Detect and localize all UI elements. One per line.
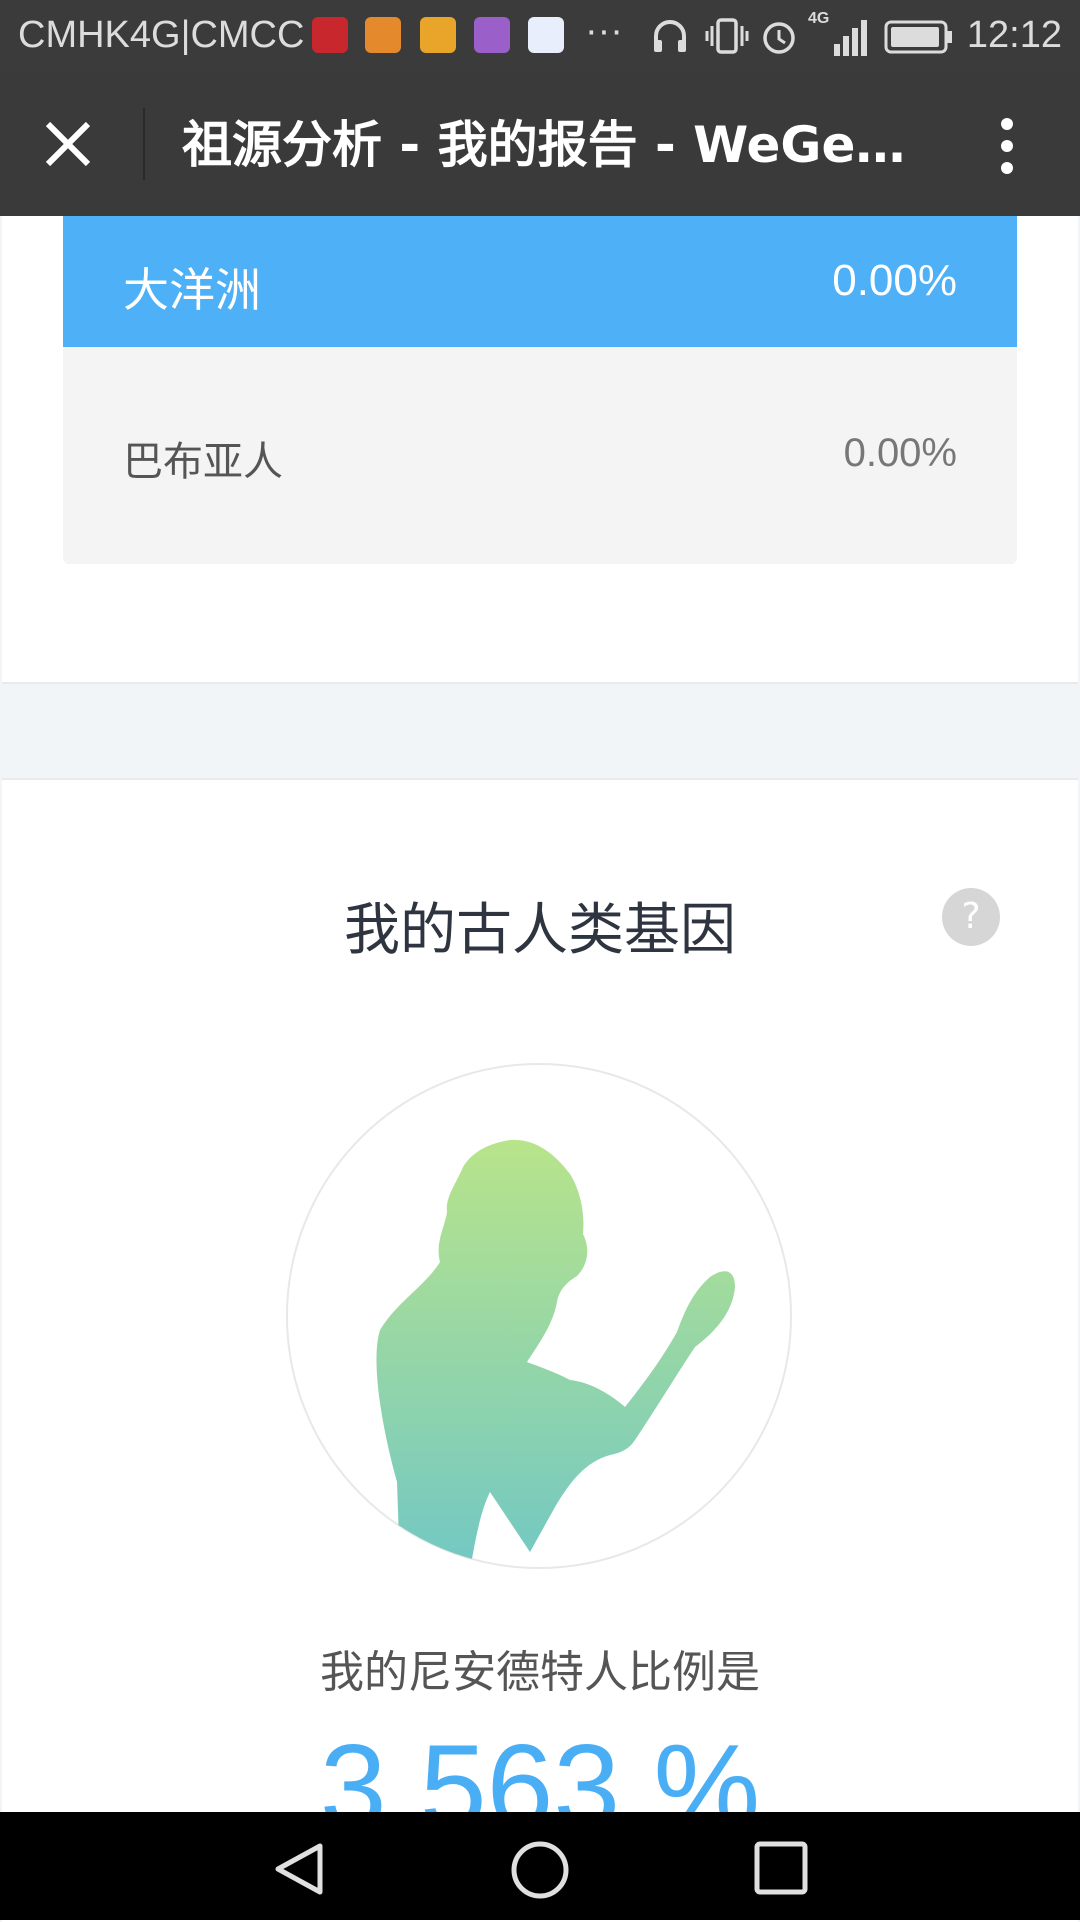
subgroup-value: 0.00% bbox=[843, 431, 957, 475]
more-vertical-icon[interactable] bbox=[994, 116, 1020, 176]
gallery-icon bbox=[474, 17, 510, 53]
network-type-label: 4G bbox=[808, 10, 830, 27]
region-label: 大洋洲 bbox=[123, 263, 261, 317]
alarm-icon bbox=[763, 22, 795, 54]
subgroup-label: 巴布亚人 bbox=[123, 439, 283, 485]
signal-4g-icon: 4G bbox=[808, 10, 868, 60]
baidu-icon bbox=[528, 17, 564, 53]
headphones-icon bbox=[654, 20, 686, 52]
back-icon[interactable] bbox=[270, 1840, 328, 1898]
help-button[interactable]: ? bbox=[942, 888, 1000, 946]
close-icon[interactable] bbox=[44, 120, 92, 168]
system-nav-bar bbox=[0, 1812, 1080, 1920]
region-row-oceania[interactable]: 大洋洲 0.00% bbox=[63, 216, 1017, 347]
page-title: 祖源分析 - 我的报告 - WeGen... bbox=[182, 116, 922, 174]
netease-music-icon bbox=[312, 17, 348, 53]
more-dots-icon: ··· bbox=[585, 10, 623, 52]
section-title: 我的古人类基因 bbox=[344, 898, 736, 963]
health-icon bbox=[365, 17, 401, 53]
webview-title-bar: 祖源分析 - 我的报告 - WeGen... bbox=[0, 72, 1080, 216]
wallet-icon bbox=[420, 17, 456, 53]
recents-icon[interactable] bbox=[753, 1840, 809, 1896]
battery-icon bbox=[884, 20, 952, 54]
neanderthal-illustration bbox=[286, 1063, 792, 1569]
title-divider bbox=[143, 108, 145, 180]
neanderthal-ratio-label: 我的尼安德特人比例是 bbox=[320, 1647, 760, 1698]
clock-label: 12:12 bbox=[966, 14, 1062, 56]
region-value: 0.00% bbox=[832, 256, 957, 305]
carrier-label: CMHK4G|CMCC bbox=[18, 14, 305, 56]
home-icon[interactable] bbox=[510, 1840, 570, 1900]
vibrate-icon bbox=[705, 18, 749, 54]
subgroup-row-papuan: 巴布亚人 0.00% bbox=[63, 347, 1017, 564]
status-bar: CMHK4G|CMCC ··· 4G 12:12 bbox=[0, 0, 1080, 72]
